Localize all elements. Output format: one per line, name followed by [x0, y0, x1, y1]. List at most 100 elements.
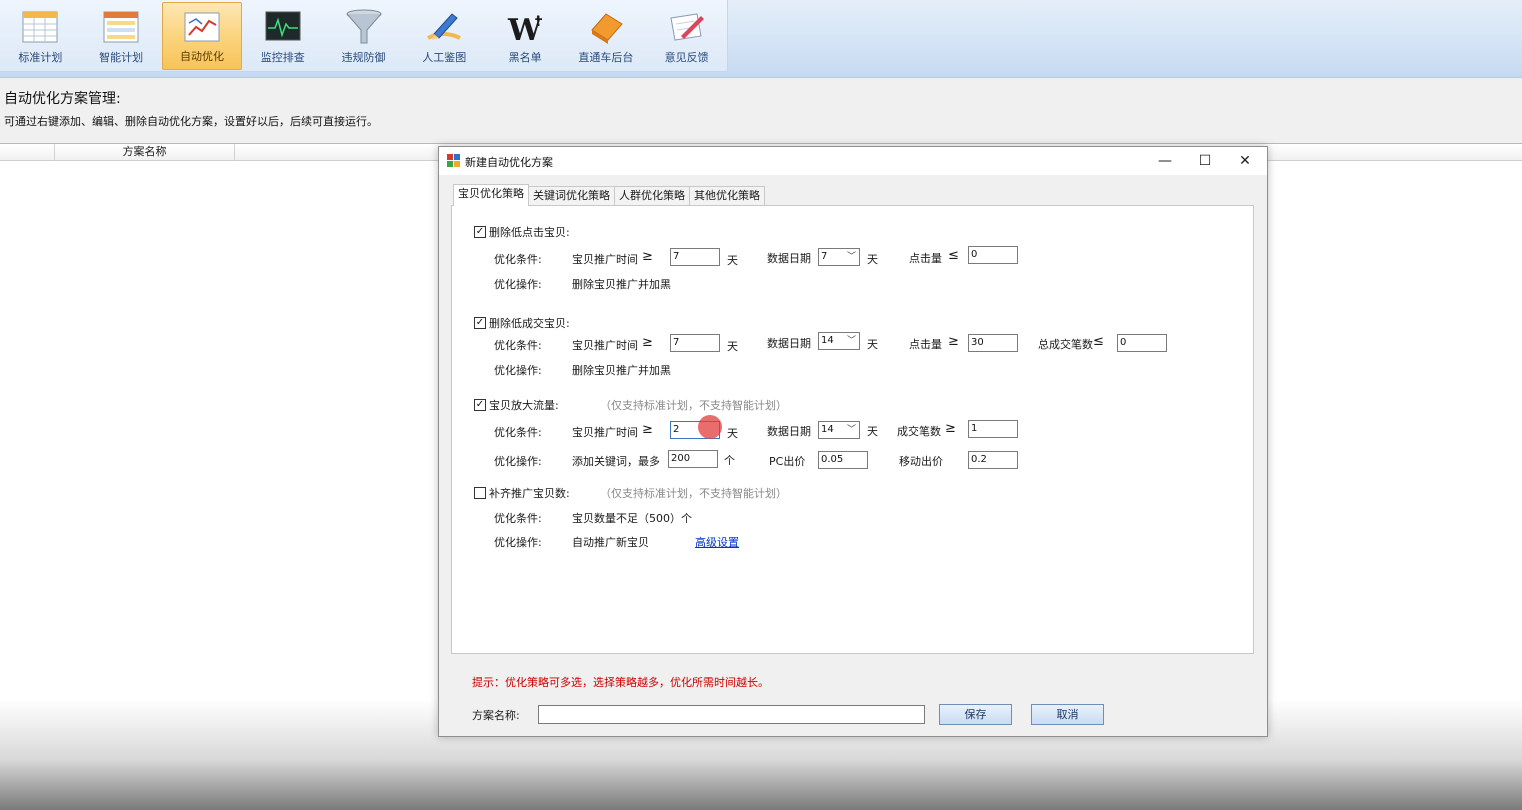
tab-crowd-strategy[interactable]: 人群优化策略 [614, 186, 690, 206]
amplify-add-kw-label: 添加关键词，最多 [572, 455, 660, 468]
save-button[interactable]: 保存 [939, 704, 1012, 725]
column-header-plan-name[interactable]: 方案名称 [55, 144, 235, 161]
low-deal-clicks-label: 点击量 [909, 338, 942, 351]
toolbar-standard-plan[interactable]: 标准计划 [0, 2, 81, 70]
minimize-icon: — [1158, 153, 1172, 169]
toolbar-feedback[interactable]: 意见反馈 [646, 2, 727, 70]
fill-checkbox[interactable] [474, 487, 486, 499]
fill-cond-value: 宝贝数量不足（500）个 [572, 512, 692, 525]
amplify-deals-input[interactable]: 1 [968, 420, 1018, 438]
low-click-promo-time-input[interactable]: 7 [670, 248, 720, 266]
toolbar-blacklist[interactable]: W ! 黑名单 [485, 2, 566, 70]
fill-title: 补齐推广宝贝数: [489, 487, 570, 500]
toolbar-label: 人工鉴图 [422, 51, 467, 64]
tab-item-strategy[interactable]: 宝贝优化策略 [453, 184, 529, 206]
toolbar-label: 违规防御 [341, 51, 386, 64]
low-click-clicks-input[interactable]: 0 [968, 246, 1018, 264]
amplify-promo-time-label: 宝贝推广时间 [572, 426, 638, 439]
low-deal-title: 删除低成交宝贝: [489, 317, 570, 330]
low-click-op-label: 优化操作: [494, 278, 542, 291]
toolbar-label: 监控排查 [260, 51, 305, 64]
low-deal-date-select[interactable]: 14 ﹀ [818, 332, 860, 350]
amplify-promo-time-input[interactable]: 2 [670, 421, 720, 439]
maximize-icon: ☐ [1198, 153, 1212, 169]
low-deal-deals-input[interactable]: 0 [1117, 334, 1167, 352]
tab-keyword-strategy[interactable]: 关键词优化策略 [528, 186, 615, 206]
smart-plan-icon [103, 11, 139, 43]
strategy-tip: 提示：优化策略可多选，选择策略越多，优化所需时间越长。 [472, 676, 769, 689]
low-deal-promo-time-input[interactable]: 7 [670, 334, 720, 352]
low-deal-op-value: 删除宝贝推广并加黑 [572, 364, 671, 377]
feedback-icon [670, 13, 704, 41]
chart-icon [184, 12, 220, 42]
funnel-icon [346, 9, 382, 44]
spreadsheet-icon [22, 11, 58, 43]
plan-name-label: 方案名称: [472, 709, 520, 722]
low-click-clicks-label: 点击量 [909, 252, 942, 265]
toolbar-label: 标准计划 [18, 51, 63, 64]
toolbar-manual-review[interactable]: 人工鉴图 [404, 2, 485, 70]
amplify-hint: （仅支持标准计划，不支持智能计划） [600, 399, 787, 412]
dialog-title-bar[interactable]: 新建自动优化方案 — ☐ ✕ [439, 147, 1267, 175]
plan-name-input[interactable] [538, 705, 925, 724]
minimize-button[interactable]: — [1145, 147, 1185, 175]
column-header-index[interactable] [0, 144, 55, 161]
tab-other-strategy[interactable]: 其他优化策略 [689, 186, 765, 206]
low-deal-checkbox[interactable]: ✓ [474, 317, 486, 329]
low-click-ge-symbol: ≥ [642, 249, 653, 264]
chevron-down-icon: ﹀ [846, 425, 856, 435]
low-click-date-day-unit: 天 [867, 253, 878, 266]
low-deal-ge-symbol-2: ≥ [948, 334, 959, 349]
low-deal-ge-symbol: ≥ [642, 335, 653, 350]
close-icon: ✕ [1239, 153, 1251, 169]
amplify-day-unit: 天 [727, 427, 738, 440]
low-deal-date-day-unit: 天 [867, 338, 878, 351]
low-deal-promo-time-label: 宝贝推广时间 [572, 339, 638, 352]
low-deal-clicks-input[interactable]: 30 [968, 334, 1018, 352]
toolbar-label: 直通车后台 [578, 51, 634, 64]
fill-cond-label: 优化条件: [494, 512, 542, 525]
toolbar-auto-optimize[interactable]: 自动优化 [161, 2, 243, 70]
toolbar-label: 黑名单 [508, 51, 542, 64]
maximize-button[interactable]: ☐ [1185, 147, 1225, 175]
low-deal-le-symbol: ≤ [1093, 334, 1104, 349]
low-click-date-select[interactable]: 7 ﹀ [818, 248, 860, 266]
app-icon [447, 154, 460, 167]
toolbar-monitor[interactable]: 监控排查 [242, 2, 323, 70]
low-click-checkbox[interactable]: ✓ [474, 226, 486, 238]
cancel-button[interactable]: 取消 [1031, 704, 1104, 725]
dialog-title: 新建自动优化方案 [465, 156, 553, 169]
strategy-tabs: 宝贝优化策略 关键词优化策略 人群优化策略 其他优化策略 [453, 184, 765, 206]
low-click-date-value: 7 [821, 251, 828, 262]
amplify-mobile-input[interactable]: 0.2 [968, 451, 1018, 469]
amplify-op-label: 优化操作: [494, 455, 542, 468]
amplify-unit: 个 [724, 454, 735, 467]
amplify-date-label: 数据日期 [767, 425, 811, 438]
fill-op-value: 自动推广新宝贝 [572, 536, 649, 549]
amplify-date-select[interactable]: 14 ﹀ [818, 421, 860, 439]
amplify-checkbox[interactable]: ✓ [474, 399, 486, 411]
advanced-settings-link[interactable]: 高级设置 [695, 534, 739, 550]
toolbar-label: 自动优化 [179, 50, 224, 63]
amplify-date-value: 14 [821, 424, 834, 435]
amplify-pc-label: PC出价 [769, 455, 806, 468]
fill-hint: （仅支持标准计划，不支持智能计划） [600, 487, 787, 500]
low-deal-op-label: 优化操作: [494, 364, 542, 377]
toolbar-smart-plan[interactable]: 智能计划 [81, 2, 162, 70]
fill-op-label: 优化操作: [494, 536, 542, 549]
toolbar-violation-defense[interactable]: 违规防御 [323, 2, 404, 70]
new-plan-dialog: 新建自动优化方案 — ☐ ✕ 宝贝优化策略 关键词优化策略 人群优化策略 其他优… [438, 146, 1268, 737]
chevron-down-icon: ﹀ [846, 252, 856, 262]
amplify-mobile-label: 移动出价 [899, 455, 943, 468]
low-click-le-symbol: ≤ [948, 248, 959, 263]
eraser-icon [591, 13, 623, 44]
amplify-pc-input[interactable]: 0.05 [818, 451, 868, 469]
close-button[interactable]: ✕ [1225, 147, 1265, 175]
low-click-title: 删除低点击宝贝: [489, 226, 570, 239]
low-click-cond-label: 优化条件: [494, 253, 542, 266]
item-strategy-panel: ✓ 删除低点击宝贝: 优化条件: 宝贝推广时间 ≥ 7 天 数据日期 7 ﹀ 天… [451, 205, 1254, 654]
toolbar-backend[interactable]: 直通车后台 [565, 2, 646, 70]
amplify-add-kw-input[interactable]: 200 [668, 450, 718, 468]
low-click-promo-time-label: 宝贝推广时间 [572, 253, 638, 266]
pen-icon [427, 13, 462, 40]
